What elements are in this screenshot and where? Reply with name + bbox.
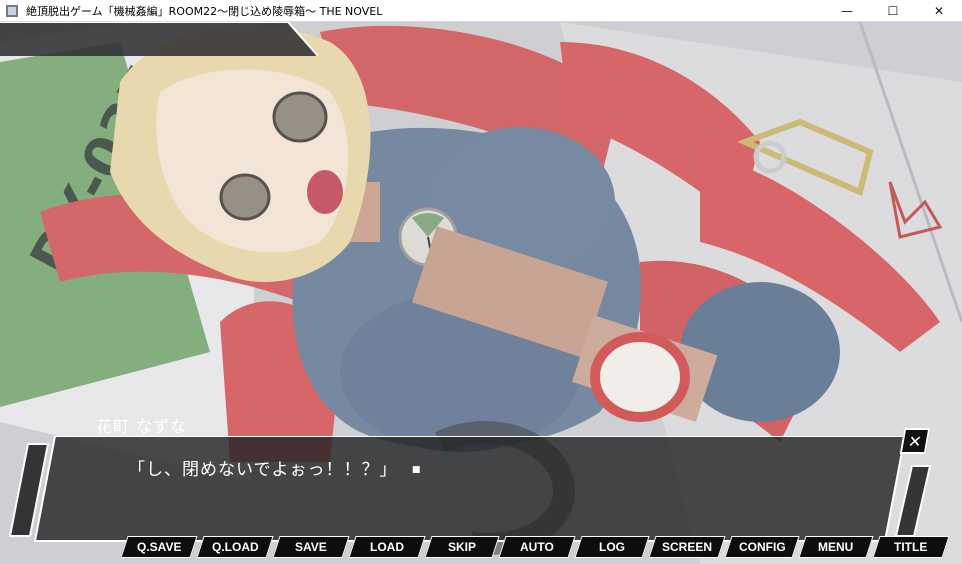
auto-button[interactable]: AUTO: [498, 536, 576, 558]
window-titlebar: 絶頂脱出ゲーム「機械姦編」ROOM22～閉じ込め陵辱箱～ THE NOVEL —…: [0, 0, 962, 22]
app-icon: [6, 5, 18, 17]
quick-save-button[interactable]: Q.SAVE: [120, 536, 198, 558]
config-button[interactable]: CONFIG: [724, 536, 800, 558]
dialog-line: 「し、閉めないでよぉっ！！？」 ■: [128, 455, 421, 480]
hide-dialog-close-icon[interactable]: ✕: [899, 428, 931, 454]
save-button[interactable]: SAVE: [272, 536, 350, 558]
menu-button[interactable]: MENU: [798, 536, 874, 558]
dialog-line-text: 「し、閉めないでよぉっ！！？」: [128, 460, 398, 480]
speaker-name: 花町 なずな: [96, 417, 188, 436]
scene-illustration[interactable]: DX-037 花町 なずな 「し、閉めないでよぉっ！！？」 ■ ✕: [0, 22, 962, 564]
skip-button[interactable]: SKIP: [424, 536, 500, 558]
name-plate: [0, 22, 318, 56]
window-title: 絶頂脱出ゲーム「機械姦編」ROOM22～閉じ込め陵辱箱～ THE NOVEL: [26, 5, 383, 18]
maximize-button[interactable]: ☐: [870, 0, 916, 22]
close-window-button[interactable]: ✕: [916, 0, 962, 22]
screen-button[interactable]: SCREEN: [648, 536, 726, 558]
log-button[interactable]: LOG: [574, 536, 650, 558]
text-advance-cursor: ■: [411, 465, 422, 475]
dialog-box[interactable]: [0, 436, 962, 546]
minimize-button[interactable]: —: [824, 0, 870, 22]
title-button[interactable]: TITLE: [872, 536, 950, 558]
load-button[interactable]: LOAD: [348, 536, 426, 558]
quick-load-button[interactable]: Q.LOAD: [196, 536, 274, 558]
